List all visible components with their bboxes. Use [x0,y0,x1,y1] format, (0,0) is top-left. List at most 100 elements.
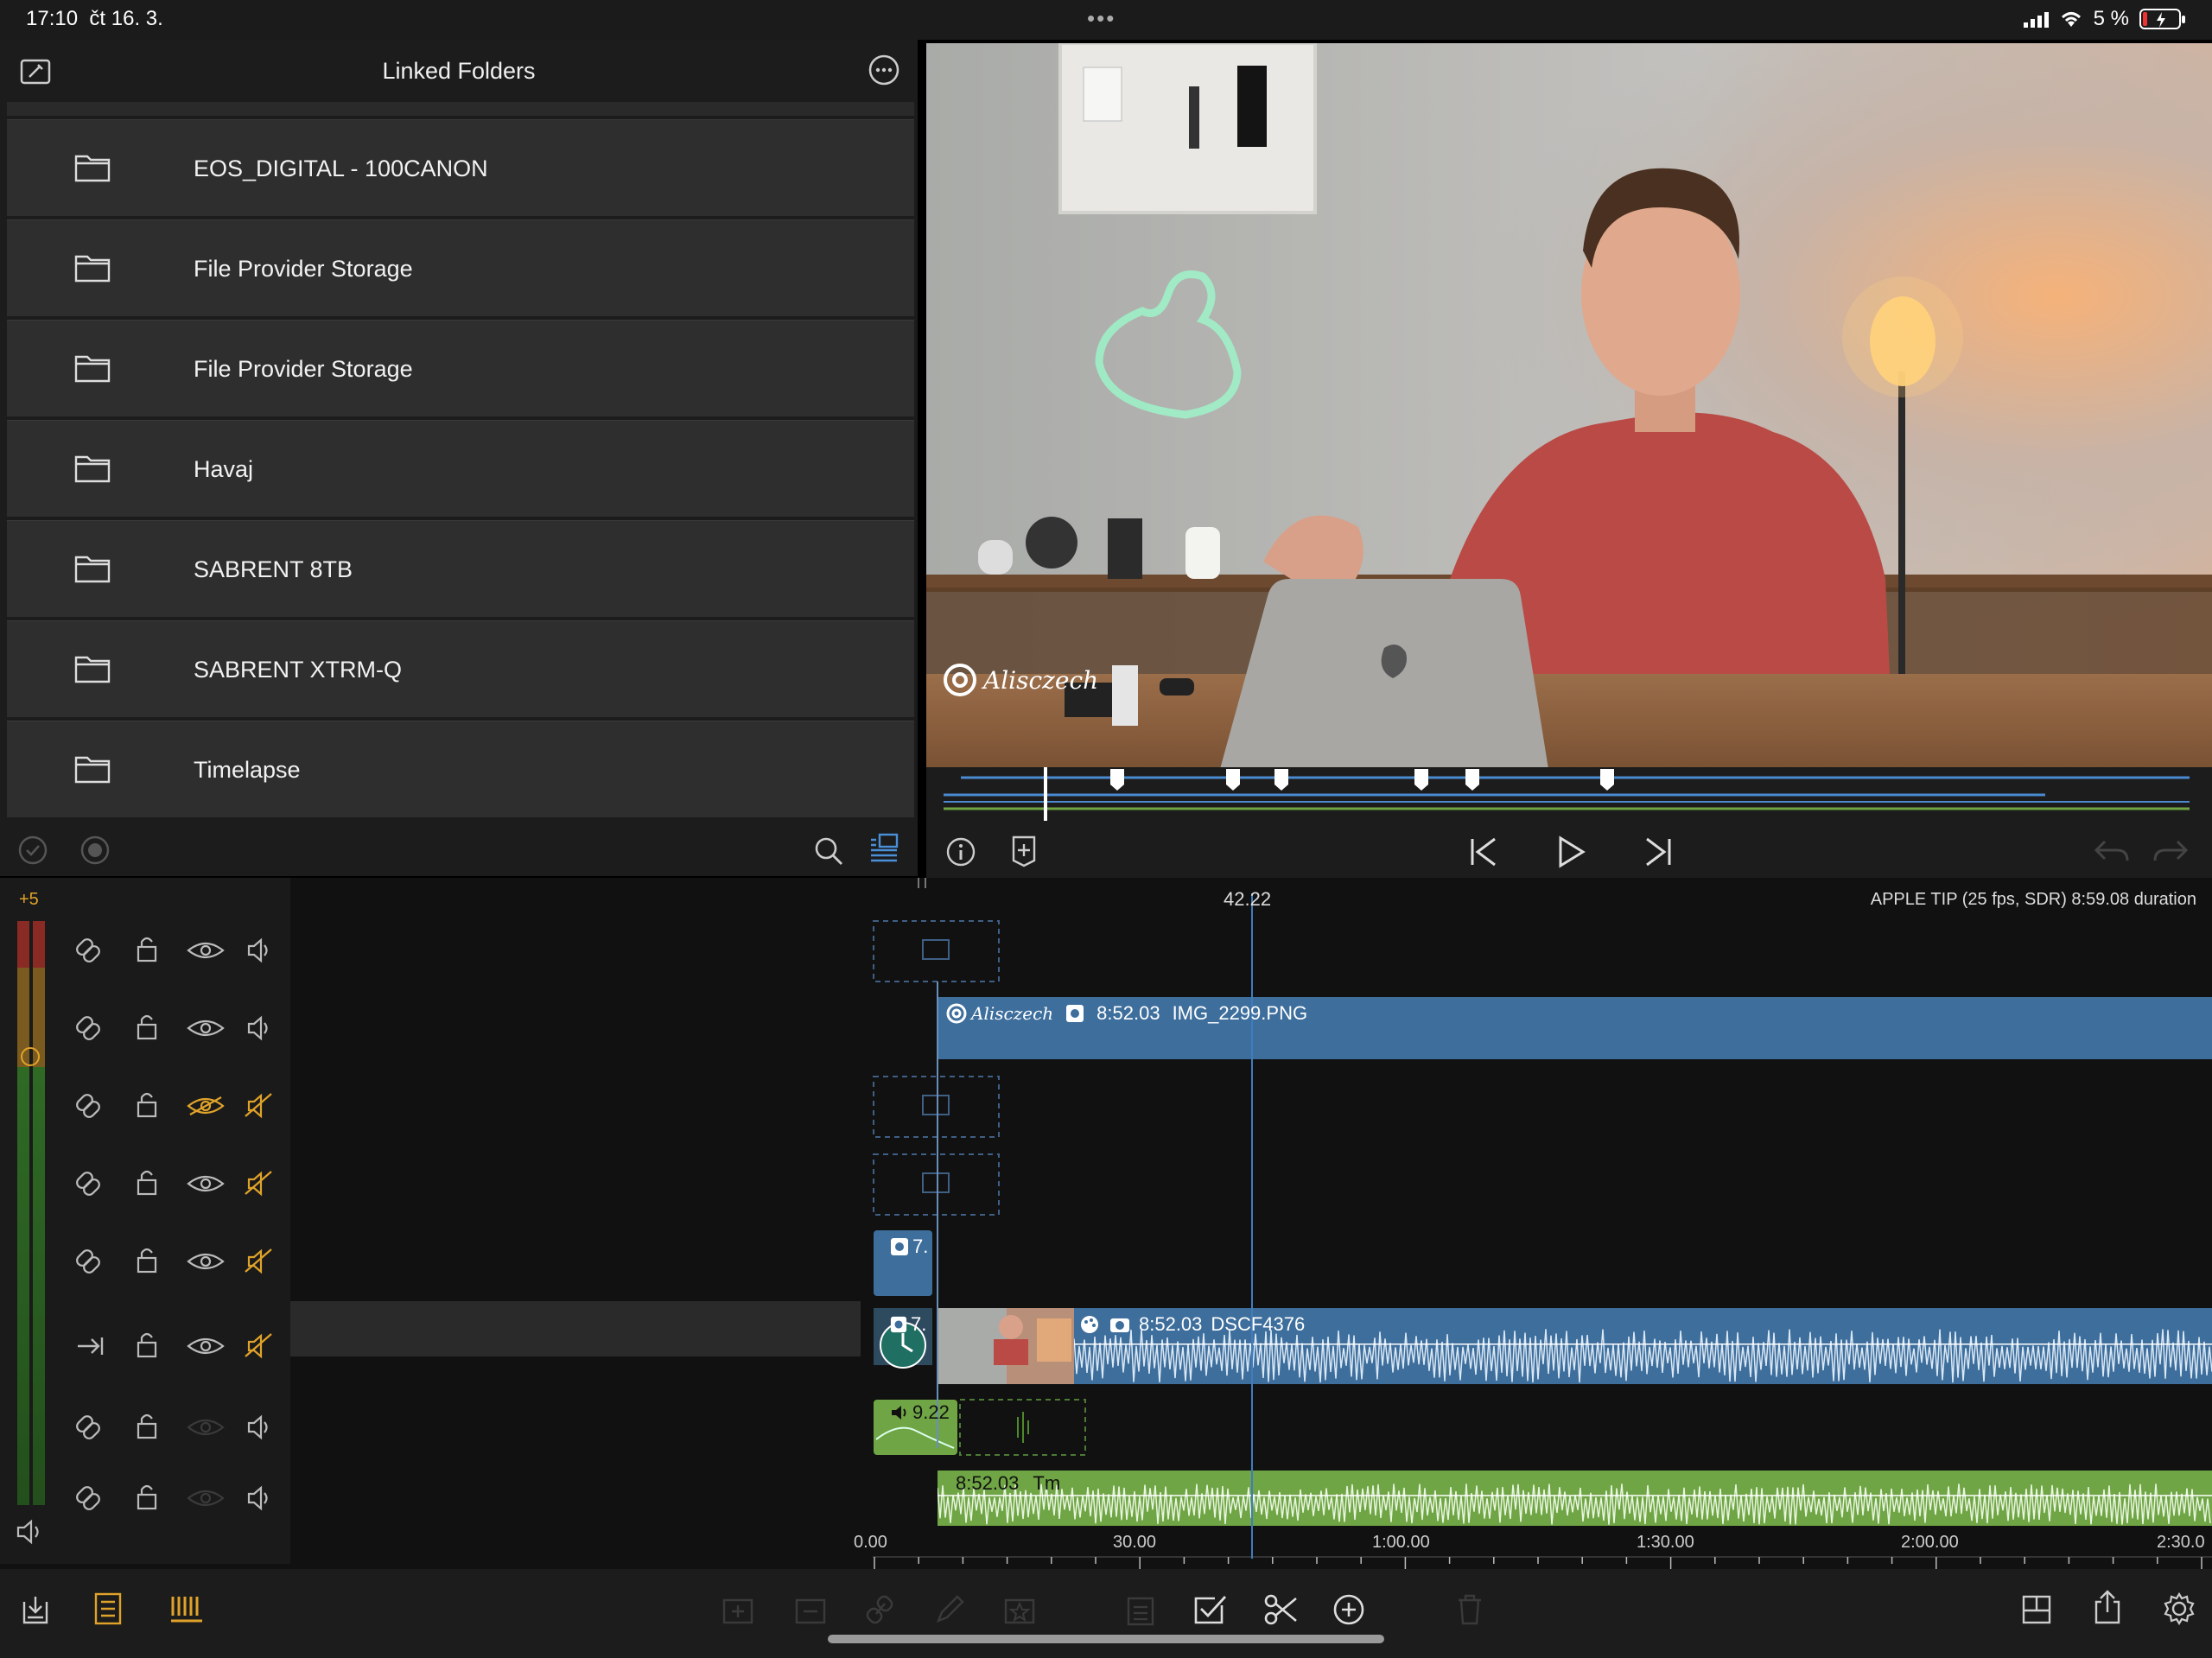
scrubber-bar[interactable] [926,767,2212,824]
folder-item[interactable]: File Provider Storage [7,219,914,316]
track-link-icon[interactable] [75,937,102,964]
transport-controls [926,824,2212,878]
track-headers: +5 [0,878,290,1564]
layout-icon[interactable] [2020,1593,2053,1626]
skip-forward-icon[interactable] [1642,836,1675,867]
video-clip[interactable]: 8:52.03 DSCF4376 [1080,1313,1305,1336]
track-link-icon[interactable] [75,1248,102,1275]
inspector-list-icon[interactable] [92,1591,124,1626]
select-check-icon[interactable] [17,835,48,866]
search-icon[interactable] [812,835,845,867]
track-visible-eye-icon[interactable] [187,942,225,959]
overwrite-clip-icon[interactable] [793,1593,828,1626]
track-link-icon[interactable] [75,1093,102,1120]
small-clip[interactable]: 7. [890,1236,928,1258]
edit-library-icon[interactable] [19,55,52,88]
track-lock-icon[interactable] [137,937,157,962]
track-lock-icon[interactable] [137,1248,157,1274]
track-header-row[interactable] [75,1248,272,1275]
pen-edit-icon[interactable] [933,1593,966,1626]
track-hidden-eye-icon[interactable] [187,1096,225,1115]
track-speaker-icon[interactable] [247,1485,268,1511]
track-visible-eye-icon[interactable] [187,1175,225,1192]
playhead-line[interactable] [1251,893,1253,1559]
add-marker-icon[interactable] [1009,835,1039,867]
video-clip-small[interactable]: 7. [890,1313,926,1336]
panel-divider[interactable] [918,40,926,878]
delete-trash-icon[interactable] [1455,1593,1484,1626]
audio-clip-small[interactable]: 9.22 [890,1401,950,1424]
more-options-icon[interactable] [868,54,900,86]
play-icon[interactable] [1555,835,1586,869]
track-link-icon[interactable] [75,1414,102,1441]
image-clip[interactable]: Alisczech 8:52.03 IMG_2299.PNG [945,1002,1307,1025]
folder-item[interactable]: Havaj [7,420,914,517]
split-scissors-icon[interactable] [1263,1593,1298,1626]
track-lock-icon[interactable] [137,1484,157,1510]
track-muted-speaker-icon[interactable] [245,1248,272,1274]
track-speaker-icon[interactable] [247,1015,268,1041]
music-clip[interactable]: 8:52.03 Tm [956,1472,1060,1495]
timeline[interactable] [0,878,2212,1569]
track-muted-speaker-icon[interactable] [245,1171,272,1197]
track-header-row[interactable] [78,1332,272,1359]
favorite-clip-icon[interactable] [1002,1593,1037,1626]
multitasking-dots-icon[interactable]: ••• [1087,5,1116,32]
track-controls[interactable] [69,878,290,1564]
folder-item[interactable]: File Provider Storage [7,320,914,416]
master-volume-icon[interactable] [16,1519,47,1545]
track-lock-icon[interactable] [137,1014,157,1040]
link-icon[interactable] [864,1593,895,1626]
track-header-row[interactable] [75,1170,272,1197]
volume-knob-icon[interactable] [21,1047,40,1066]
track-visible-eye-icon[interactable] [187,1337,225,1355]
track-header-row[interactable] [75,937,268,964]
track-muted-speaker-icon[interactable] [245,1093,272,1119]
folder-item[interactable]: SABRENT 8TB [7,520,914,617]
share-export-icon[interactable] [2091,1590,2124,1626]
track-visible-eye-icon[interactable] [187,1020,225,1037]
track-link-icon[interactable] [75,1171,102,1197]
folder-item[interactable]: SABRENT XTRM-Q [7,620,914,717]
track-link-icon[interactable] [75,1485,102,1512]
track-visible-eye-icon[interactable] [187,1419,225,1436]
ruler-label: 2:00.00 [1901,1533,1959,1552]
track-connect-arrow-icon[interactable] [78,1337,104,1355]
skip-back-icon[interactable] [1467,836,1500,867]
settings-gear-icon[interactable] [2162,1591,2196,1626]
audio-levels-icon[interactable] [169,1593,204,1624]
undo-icon[interactable] [2093,836,2131,866]
info-icon[interactable] [945,836,976,867]
track-speaker-icon[interactable] [247,1414,268,1440]
track-link-icon[interactable] [75,1015,102,1042]
add-circle-icon[interactable] [1332,1593,1365,1626]
import-icon[interactable] [19,1593,52,1626]
track-header-row[interactable] [75,1413,268,1441]
paste-icon[interactable] [1123,1593,1158,1626]
record-icon[interactable] [79,835,111,866]
track-header-row[interactable] [75,1092,272,1120]
track-muted-speaker-icon[interactable] [245,1333,272,1359]
video-viewer[interactable]: Alisczech [926,43,2212,767]
track-header-row[interactable] [75,1014,268,1042]
track-lock-icon[interactable] [137,1092,157,1118]
select-checkbox-icon[interactable] [1192,1593,1229,1626]
track-lock-icon[interactable] [137,1170,157,1196]
panel-resize-handle[interactable] [918,878,926,888]
redo-icon[interactable] [2152,836,2190,866]
folder-item[interactable]: Timelapse [7,721,914,817]
ruler-label: 0.00 [854,1533,887,1552]
list-view-icon[interactable] [868,833,900,866]
track-speaker-icon[interactable] [247,937,268,963]
image-type-icon [891,1238,908,1255]
track-visible-eye-icon[interactable] [187,1253,225,1270]
linked-folders-panel: Linked Folders EOS_DIGITAL - 100CANON Fi… [0,40,918,876]
insert-clip-icon[interactable] [721,1593,755,1626]
track-lock-icon[interactable] [137,1413,157,1439]
folder-item[interactable]: EOS_DIGITAL - 100CANON [7,119,914,216]
track-lock-icon[interactable] [137,1332,157,1358]
track-header-row[interactable] [75,1484,268,1512]
track-visible-eye-icon[interactable] [187,1490,225,1507]
home-indicator[interactable] [828,1635,1384,1643]
camera-type-icon [1110,1318,1129,1332]
